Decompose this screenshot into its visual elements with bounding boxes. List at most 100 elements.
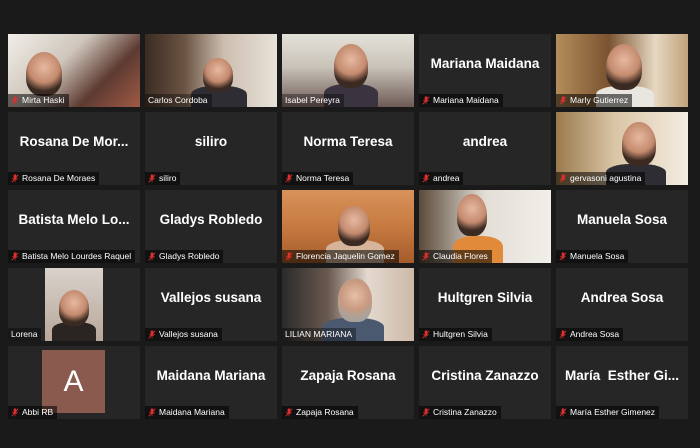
participant-name: Carlos Cordoba xyxy=(148,95,208,105)
gallery-grid: Mirta Haski Carlos Cordoba Isabel Pereyr… xyxy=(8,34,688,419)
participant-label: Norma Teresa xyxy=(282,172,354,185)
participant-face xyxy=(338,206,370,246)
participant-display-name: Batista Melo Lo... xyxy=(18,212,130,227)
participant-tile-marly-gutierrez[interactable]: Marly Gutierrez xyxy=(556,34,688,107)
participant-label: Claudia Flores xyxy=(419,250,492,263)
participant-tile-maria-esther-gimenez[interactable]: María Esther Gi... María Esther Gimenez xyxy=(556,346,688,419)
mic-muted-icon xyxy=(422,252,430,261)
participant-display-name: Mariana Maidana xyxy=(430,56,540,71)
participant-face xyxy=(606,44,642,90)
participant-face xyxy=(338,278,372,322)
participant-name: Hultgren Silvia xyxy=(433,329,488,339)
mic-muted-icon xyxy=(559,330,567,339)
participant-tile-isabel-pereyra[interactable]: Isabel Pereyra xyxy=(282,34,414,107)
participant-label: Abbi RB xyxy=(8,406,58,419)
participant-label: Zapaja Rosana xyxy=(282,406,358,419)
participant-display-name: Maidana Mariana xyxy=(156,368,266,383)
participant-name: Marly Gutierrez xyxy=(570,95,629,105)
participant-label: Cristina Zanazzo xyxy=(419,406,501,419)
participant-name: Gladys Robledo xyxy=(159,251,220,261)
participant-label: gervasoni agustina xyxy=(556,172,646,185)
participant-display-name: Cristina Zanazzo xyxy=(431,368,539,383)
participant-tile-carlos-cordoba[interactable]: Carlos Cordoba xyxy=(145,34,277,107)
participant-display-name: Norma Teresa xyxy=(303,134,393,149)
participant-display-name: Manuela Sosa xyxy=(576,212,668,227)
participant-display-name: Vallejos susana xyxy=(160,290,262,305)
participant-label: Lorena xyxy=(8,328,42,341)
mic-muted-icon xyxy=(148,330,156,339)
mic-muted-icon xyxy=(11,96,19,105)
participant-tile-lorena[interactable]: Lorena xyxy=(8,268,140,341)
participant-label: Carlos Cordoba xyxy=(145,94,212,107)
participant-face xyxy=(203,58,233,92)
participant-name: Claudia Flores xyxy=(433,251,488,261)
mic-muted-icon xyxy=(148,174,156,183)
participant-name: Norma Teresa xyxy=(296,173,350,183)
mic-muted-icon xyxy=(285,408,293,417)
participant-tile-claudia-flores[interactable]: Claudia Flores xyxy=(419,190,551,263)
participant-name: gervasoni agustina xyxy=(570,173,642,183)
participant-name: Zapaja Rosana xyxy=(296,407,354,417)
participant-label: María Esther Gimenez xyxy=(556,406,660,419)
participant-name: Cristina Zanazzo xyxy=(433,407,497,417)
participant-tile-cristina-zanazzo[interactable]: Cristina Zanazzo Cristina Zanazzo xyxy=(419,346,551,419)
mic-muted-icon xyxy=(422,408,430,417)
participant-label: Manuela Sosa xyxy=(556,250,629,263)
mic-muted-icon xyxy=(559,408,567,417)
participant-label: Mariana Maidana xyxy=(419,94,503,107)
participant-face xyxy=(334,44,368,88)
participant-name: María Esther Gimenez xyxy=(570,407,656,417)
participant-tile-vallejos-susana[interactable]: Vallejos susana Vallejos susana xyxy=(145,268,277,341)
participant-face xyxy=(59,290,89,326)
participant-tile-andrea[interactable]: andrea andrea xyxy=(419,112,551,185)
participant-tile-rosana-de-moraes[interactable]: Rosana De Mor... Rosana De Moraes xyxy=(8,112,140,185)
participant-tile-mirta-haski[interactable]: Mirta Haski xyxy=(8,34,140,107)
participant-label: Gladys Robledo xyxy=(145,250,224,263)
participant-face xyxy=(622,122,656,166)
participant-tile-manuela-sosa[interactable]: Manuela Sosa Manuela Sosa xyxy=(556,190,688,263)
participant-face xyxy=(26,52,62,96)
participant-name: Vallejos susana xyxy=(159,329,218,339)
participant-label: Andrea Sosa xyxy=(556,328,624,341)
participant-name: Batista Melo Lourdes Raquel xyxy=(22,251,132,261)
participant-name: Andrea Sosa xyxy=(570,329,620,339)
mic-muted-icon xyxy=(559,252,567,261)
participant-tile-zapaja-rosana[interactable]: Zapaja Rosana Zapaja Rosana xyxy=(282,346,414,419)
participant-display-name: Zapaja Rosana xyxy=(300,368,396,383)
mic-muted-icon xyxy=(285,174,293,183)
participant-tile-norma-teresa[interactable]: Norma Teresa Norma Teresa xyxy=(282,112,414,185)
mic-muted-icon xyxy=(148,408,156,417)
participant-display-name: Andrea Sosa xyxy=(580,290,664,305)
participant-name: Isabel Pereyra xyxy=(285,95,340,105)
participant-label: Vallejos susana xyxy=(145,328,222,341)
participant-tile-hultgren-silvia[interactable]: Hultgren Silvia Hultgren Silvia xyxy=(419,268,551,341)
participant-label: Marly Gutierrez xyxy=(556,94,633,107)
participant-tile-andrea-sosa[interactable]: Andrea Sosa Andrea Sosa xyxy=(556,268,688,341)
participant-display-name: Gladys Robledo xyxy=(159,212,263,227)
mic-muted-icon xyxy=(285,252,293,261)
participant-tile-batista-melo-lourdes-raquel[interactable]: Batista Melo Lo... Batista Melo Lourdes … xyxy=(8,190,140,263)
participant-label: Maidana Mariana xyxy=(145,406,229,419)
participant-name: Mirta Haski xyxy=(22,95,65,105)
participant-label: Hultgren Silvia xyxy=(419,328,492,341)
participant-tile-gladys-robledo[interactable]: Gladys Robledo Gladys Robledo xyxy=(145,190,277,263)
participant-tile-gervasoni-agustina[interactable]: gervasoni agustina xyxy=(556,112,688,185)
mic-muted-icon xyxy=(11,252,19,261)
participant-name: Florencia Jaquelin Gomez xyxy=(296,251,395,261)
participant-tile-lilian-mariana[interactable]: LILIAN MARIANA xyxy=(282,268,414,341)
participant-tile-abbi-rb[interactable]: A Abbi RB xyxy=(8,346,140,419)
participant-name: Lorena xyxy=(11,329,38,339)
participant-display-name: siliro xyxy=(194,134,228,149)
participant-tile-mariana-maidana[interactable]: Mariana Maidana Mariana Maidana xyxy=(419,34,551,107)
participant-display-name: Hultgren Silvia xyxy=(437,290,533,305)
participant-tile-florencia-jaquelin-gomez[interactable]: Florencia Jaquelin Gomez xyxy=(282,190,414,263)
participant-tile-siliro[interactable]: siliro siliro xyxy=(145,112,277,185)
participant-name: Rosana De Moraes xyxy=(22,173,96,183)
participant-label: andrea xyxy=(419,172,464,185)
mic-muted-icon xyxy=(11,408,19,417)
participant-tile-maidana-mariana[interactable]: Maidana Mariana Maidana Mariana xyxy=(145,346,277,419)
participant-name: Manuela Sosa xyxy=(570,251,625,261)
participant-display-name: Rosana De Mor... xyxy=(19,134,129,149)
mic-muted-icon xyxy=(559,174,567,183)
mic-muted-icon xyxy=(422,330,430,339)
